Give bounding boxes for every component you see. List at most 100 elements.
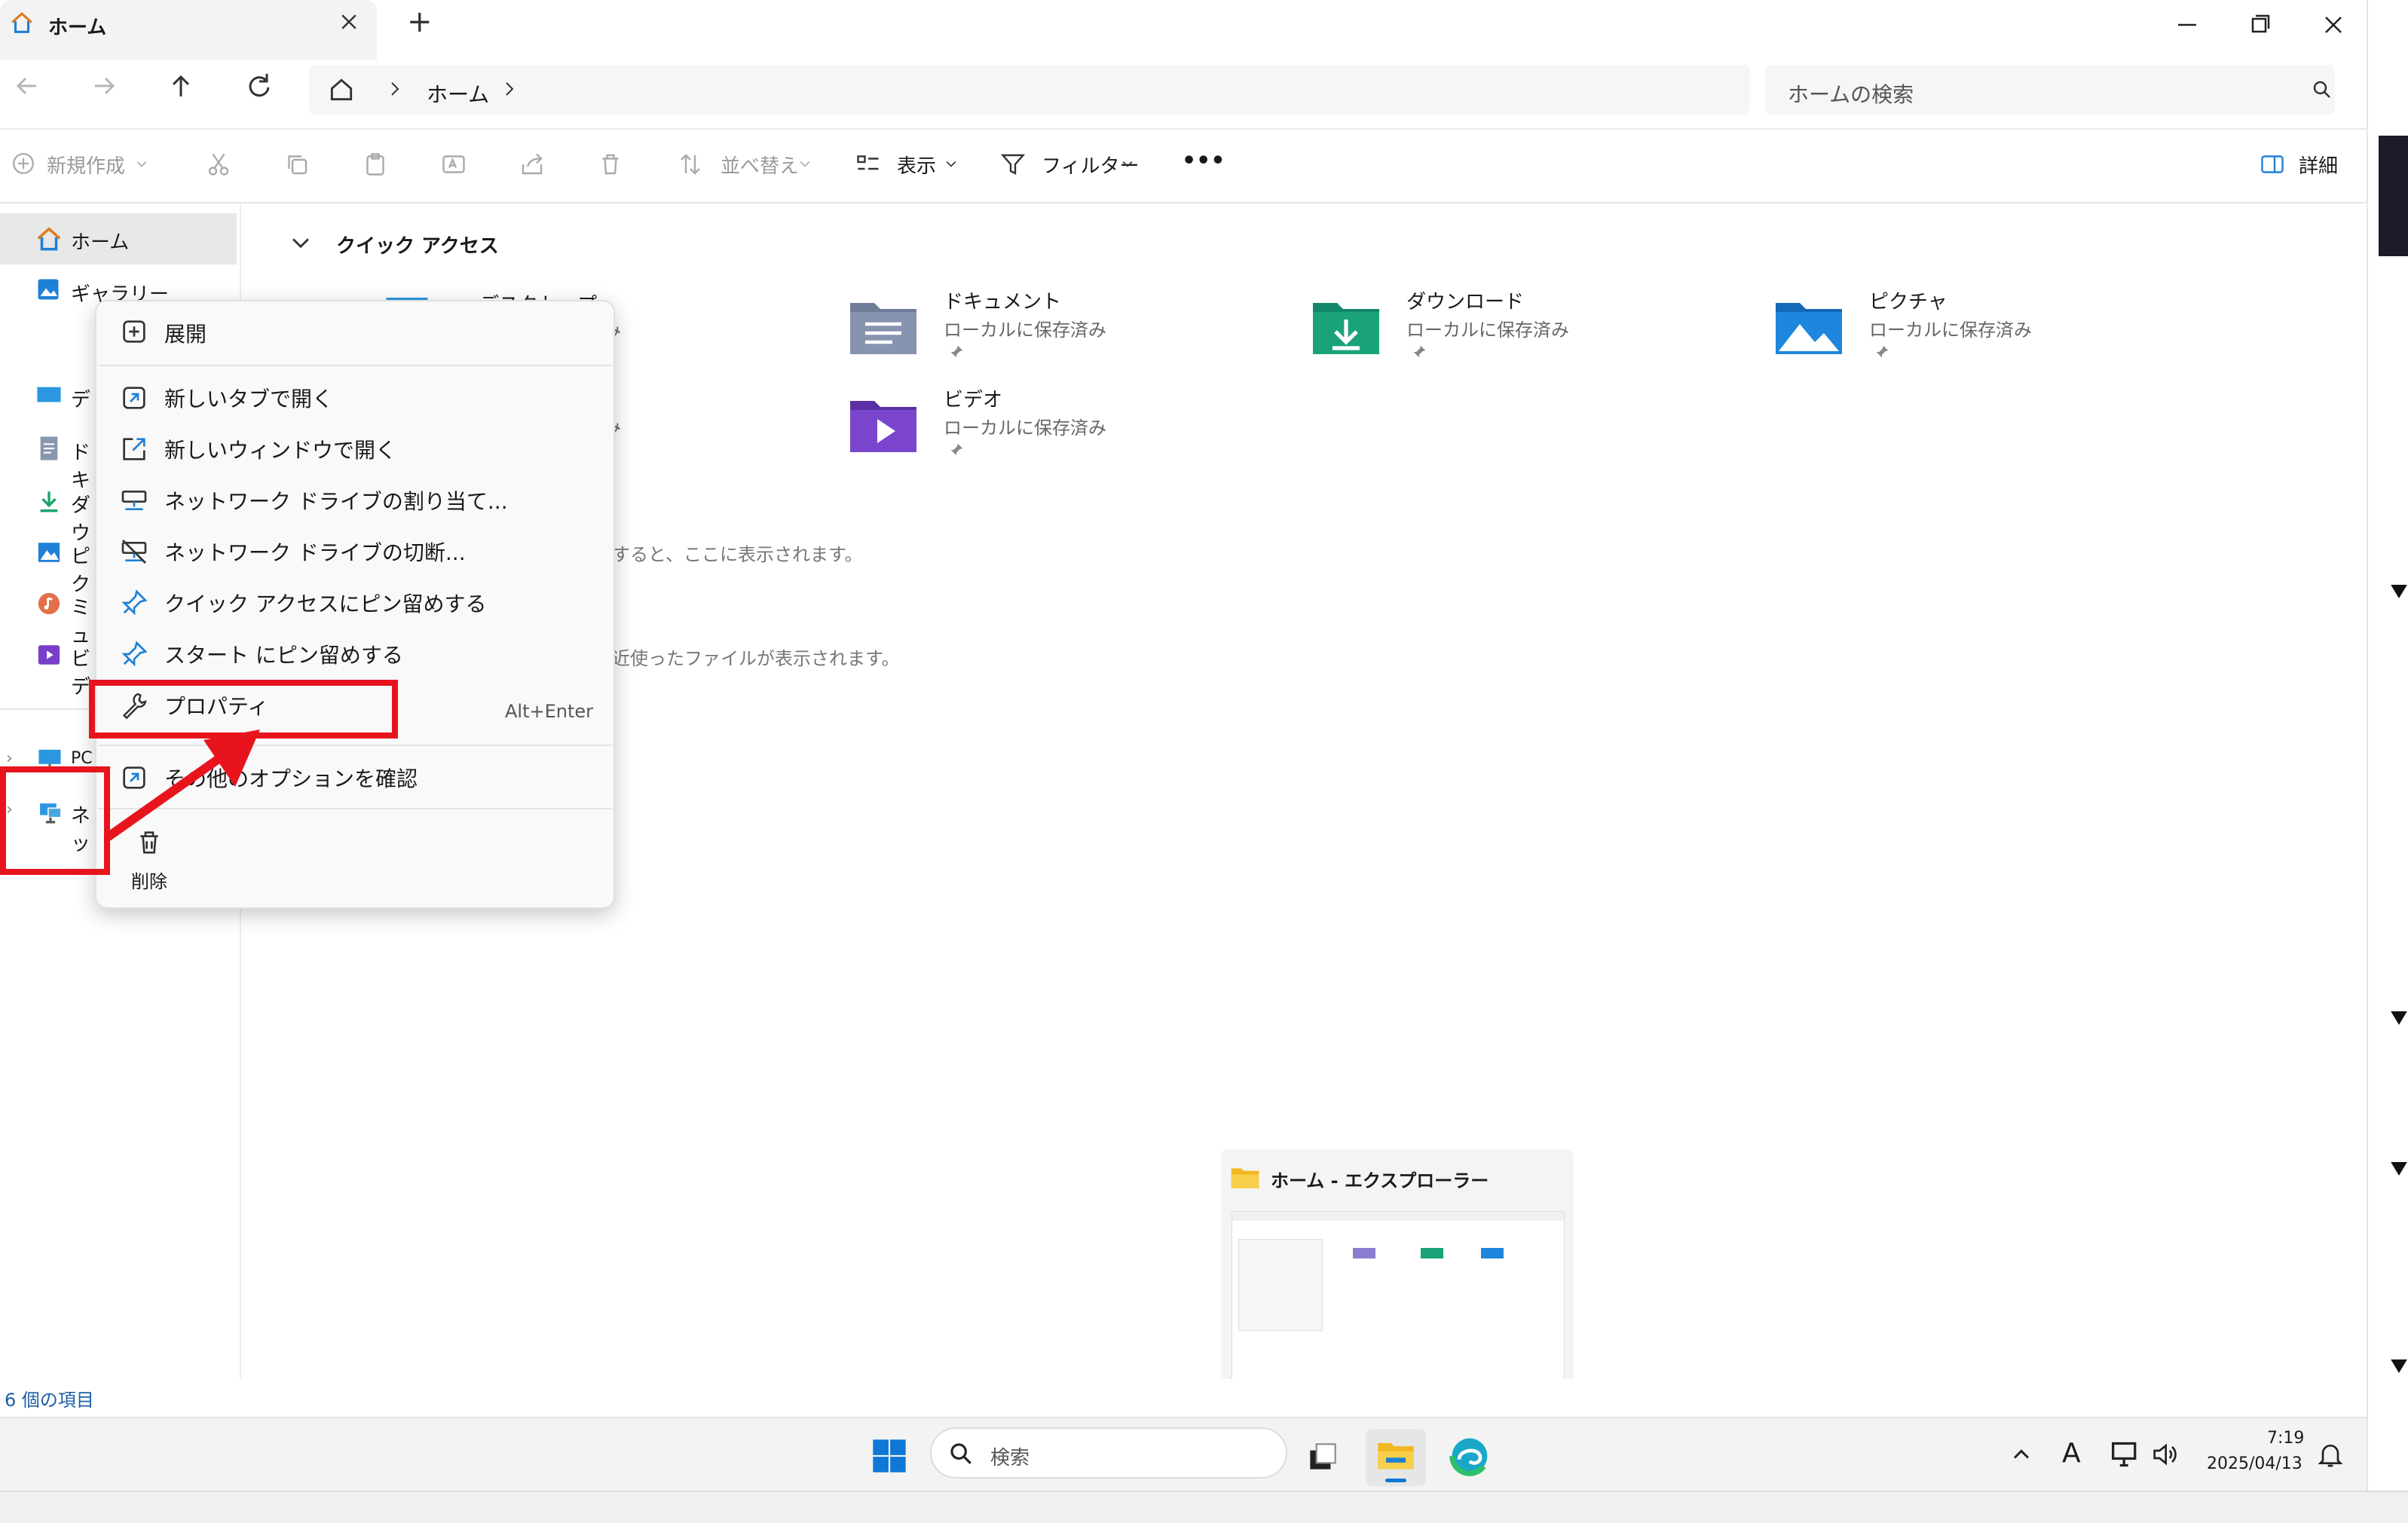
sidebar-item-music[interactable]: ミュ [0,586,98,647]
item-count: 6 個の項目 [5,1390,94,1411]
chevron-right-icon[interactable] [500,80,519,98]
up-icon[interactable] [158,65,203,107]
search-placeholder: ホームの検索 [1788,82,1914,107]
paste-icon[interactable] [362,151,389,178]
share-icon[interactable] [519,151,546,178]
folder-status: ローカルに保存済み [944,417,1106,439]
folder-videos[interactable]: ビデオ ローカルに保存済み [847,384,1194,467]
clock-date[interactable]: 2025/04/13 [2207,1454,2302,1473]
folder-status: ローカルに保存済み [944,320,1106,341]
forward-icon[interactable] [81,65,127,107]
menu-item-pin-start[interactable]: スタート にピン留めする [164,639,403,669]
menu-item-open-new-window[interactable]: 新しいウィンドウで開く [164,434,396,464]
folder-name: ドキュメント [944,291,1062,313]
pin-icon [1876,345,1889,358]
tab-title: ホーム [48,17,107,39]
expand-chevron-icon[interactable]: › [6,749,13,768]
menu-item-map-drive[interactable]: ネットワーク ドライブの割り当て... [164,485,508,515]
search-icon [950,1443,971,1464]
status-bar: 6 個の項目 [0,1379,2367,1415]
chevron-up-icon[interactable] [2008,1441,2035,1468]
folder-pictures[interactable]: ピクチャ ローカルに保存済み [1773,286,2119,369]
sidebar-item-label: ホーム [71,231,130,254]
notification-bell-icon[interactable] [2315,1439,2345,1469]
view-icon [857,155,879,170]
favorites-hint: すると、ここに表示されます。 [612,544,863,565]
folder-downloads[interactable]: ダウンロード ローカルに保存済み [1310,286,1657,369]
taskbar-search-label: 検索 [990,1447,1030,1469]
volume-icon[interactable] [2149,1439,2180,1469]
pin-icon [950,443,963,456]
search-box[interactable]: ホームの検索 [1765,65,2335,115]
folder-documents[interactable]: ドキュメント ローカルに保存済み [847,286,1194,369]
sort-button[interactable]: 並べ替え [721,151,799,179]
new-button[interactable]: 新規作成 [47,151,125,179]
sidebar-item-home[interactable]: ホーム [0,213,237,265]
disconnect-network-drive-icon [121,540,147,564]
refresh-icon[interactable] [237,65,282,107]
address-bar[interactable]: ホーム [309,65,1750,115]
home-icon [11,12,32,33]
taskbar-search[interactable]: 検索 [930,1427,1287,1479]
close-icon[interactable] [2303,6,2364,44]
folder-name: ビデオ [944,389,1003,411]
taskbar-thumbnail-preview[interactable]: ホーム - エクスプローラー [1221,1149,1574,1392]
properties-shortcut: Alt+Enter [505,701,594,722]
pin-icon [1413,345,1426,358]
taskbar-file-explorer[interactable] [1366,1429,1426,1486]
music-icon [38,592,60,615]
copy-icon[interactable] [283,151,311,178]
cut-icon[interactable] [205,151,232,178]
clock-time[interactable]: 7:19 [2267,1429,2304,1448]
more-button[interactable]: ••• [1182,148,1225,174]
menu-item-expand[interactable]: 展開 [164,318,207,348]
minimize-icon[interactable] [2157,6,2217,44]
red-arrow [104,729,260,841]
chevron-down-icon[interactable] [288,231,314,256]
menu-item-pin-quick-access[interactable]: クイック アクセスにピン留めする [164,588,487,618]
active-indicator [1385,1479,1406,1482]
chevron-down-icon [1122,161,1133,167]
expand-icon [123,320,145,343]
details-button[interactable]: 詳細 [2299,151,2338,179]
caret-down-icon [2391,585,2407,598]
windows-start-icon[interactable] [870,1436,909,1476]
breadcrumb-home[interactable]: ホーム [427,78,489,109]
new-tab-button[interactable]: + [407,5,433,39]
close-tab-icon[interactable] [338,11,360,33]
delete-icon[interactable] [597,151,624,178]
sidebar-item-videos[interactable]: ビデ [0,638,98,699]
rename-icon[interactable] [440,151,467,178]
menu-item-open-new-tab[interactable]: 新しいタブで開く [164,383,333,413]
folder-name: ダウンロード [1406,291,1525,313]
videos-icon [38,645,60,665]
folder-name: ピクチャ [1869,291,1948,313]
adjacent-window-edge [2367,0,2408,1491]
edge-icon[interactable] [1449,1435,1491,1477]
sidebar-item-documents[interactable]: ドキ [0,431,98,492]
menu-item-disconnect-drive[interactable]: ネットワーク ドライブの切断... [164,537,466,567]
chevron-right-icon [391,82,399,96]
file-explorer-icon [1378,1442,1414,1469]
view-button[interactable]: 表示 [897,151,936,179]
sort-icon [681,154,700,175]
sidebar-item-desktop[interactable]: デ [0,378,98,413]
restore-icon[interactable] [2229,6,2290,44]
network-status-icon[interactable] [2109,1439,2142,1469]
back-icon[interactable] [5,65,50,107]
sidebar-item-pictures[interactable]: ピク [0,535,98,596]
pictures-folder-icon [1776,303,1842,354]
caret-down-icon [2391,1162,2407,1176]
open-new-window-icon [123,438,145,460]
task-view-icon[interactable] [1304,1438,1342,1476]
tab-home[interactable]: ホーム [0,0,377,60]
home-outline-icon [330,78,353,101]
filter-icon [1000,154,1026,175]
ime-indicator[interactable]: A [2062,1438,2081,1469]
downloads-folder-icon [1313,303,1379,354]
thumbnail-image [1232,1211,1565,1383]
desktop-icon [37,387,61,402]
chevron-down-icon [800,161,810,167]
documents-icon [40,436,58,460]
sidebar-item-downloads[interactable]: ダウ [0,484,98,545]
